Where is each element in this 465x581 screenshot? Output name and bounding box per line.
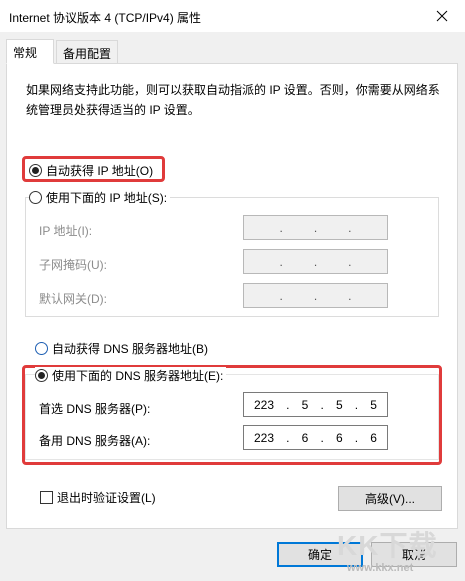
watermark-logo: KK下载 xyxy=(337,530,438,561)
subnet-mask-field: ... xyxy=(243,249,388,274)
ip-address-label: IP 地址(I): xyxy=(39,224,93,238)
manual-dns-label: 使用下面的 DNS 服务器地址(E): xyxy=(52,369,224,383)
description-text: 如果网络支持此功能，则可以获取自动指派的 IP 设置。否则，你需要从网络系统管理… xyxy=(26,83,440,117)
tab-alternate-config[interactable]: 备用配置 xyxy=(56,40,118,64)
preferred-dns-label: 首选 DNS 服务器(P): xyxy=(39,402,151,416)
subnet-mask-label: 子网掩码(U): xyxy=(39,258,107,272)
auto-ip-label: 自动获得 IP 地址(O) xyxy=(46,164,154,178)
validate-label: 退出时验证设置(L) xyxy=(57,491,156,505)
tab-general[interactable]: 常规 xyxy=(6,39,54,64)
default-gateway-field: ... xyxy=(243,283,388,308)
alternate-dns-label: 备用 DNS 服务器(A): xyxy=(39,434,151,448)
manual-dns-option[interactable]: 使用下面的 DNS 服务器地址(E): xyxy=(35,367,227,384)
manual-ip-label: 使用下面的 IP 地址(S): xyxy=(46,191,168,205)
manual-ip-radio[interactable] xyxy=(29,191,42,204)
auto-ip-radio[interactable] xyxy=(29,164,42,177)
validate-checkbox[interactable] xyxy=(40,491,53,504)
window-title: Internet 协议版本 4 (TCP/IPv4) 属性 xyxy=(9,11,202,25)
title-bar: Internet 协议版本 4 (TCP/IPv4) 属性 xyxy=(0,0,465,32)
general-panel: 如果网络支持此功能，则可以获取自动指派的 IP 设置。否则，你需要从网络系统管理… xyxy=(6,63,458,529)
manual-ip-option[interactable]: 使用下面的 IP 地址(S): xyxy=(29,189,171,206)
close-button[interactable] xyxy=(419,0,465,32)
default-gateway-label: 默认网关(D): xyxy=(39,292,107,306)
ip-address-field: ... xyxy=(243,215,388,240)
auto-dns-label: 自动获得 DNS 服务器地址(B) xyxy=(52,342,209,356)
manual-dns-radio[interactable] xyxy=(35,369,48,382)
watermark: KK下载 www.kkx.net xyxy=(329,524,459,579)
validate-option[interactable]: 退出时验证设置(L) xyxy=(40,489,156,506)
auto-dns-option[interactable]: 自动获得 DNS 服务器地址(B) xyxy=(35,340,208,357)
auto-ip-option[interactable]: 自动获得 IP 地址(O) xyxy=(29,162,153,179)
advanced-button[interactable]: 高级(V)... xyxy=(338,486,442,511)
close-icon xyxy=(436,10,448,22)
watermark-url: www.kkx.net xyxy=(347,562,414,574)
preferred-dns-field[interactable]: 223. 5. 5. 5 xyxy=(243,392,388,417)
alternate-dns-field[interactable]: 223. 6. 6. 6 xyxy=(243,425,388,450)
auto-dns-radio[interactable] xyxy=(35,342,48,355)
